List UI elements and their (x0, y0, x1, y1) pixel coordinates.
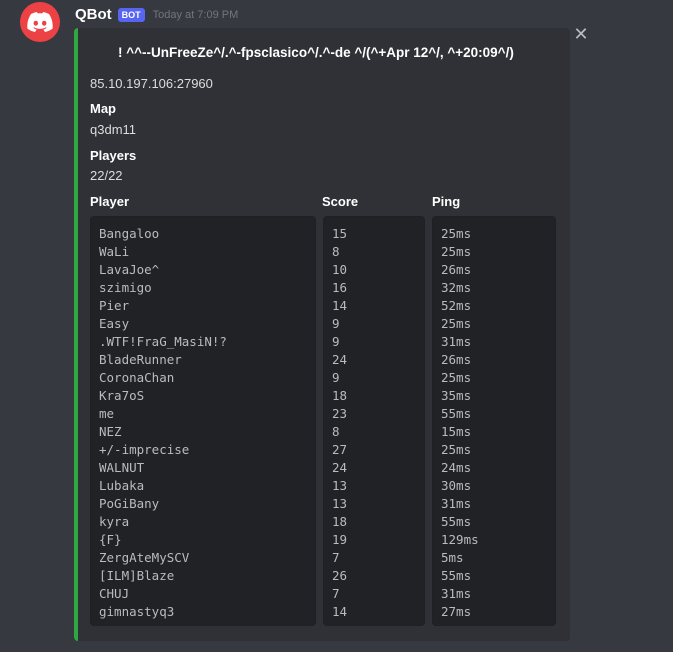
players-field-value: 22/22 (90, 168, 123, 183)
player-name: {F} (99, 532, 122, 547)
player-name: kyra (99, 514, 130, 529)
player-name: ZergAteMySCV (99, 550, 190, 565)
player-score: 27 (332, 442, 348, 457)
player-score: 16 (332, 280, 348, 295)
player-name: Pier (99, 298, 130, 313)
player-ping: 32ms (441, 280, 472, 295)
score-column-header: Score (322, 194, 359, 209)
ping-code-block: 25ms 25ms 26ms 32ms 52ms 25ms 31ms 26ms 25ms 35ms… (432, 216, 556, 626)
player-score: 14 (332, 298, 348, 313)
player-ping: 25ms (441, 442, 472, 457)
ping-column-header: Ping (432, 194, 461, 209)
player-score: 8 (332, 244, 340, 259)
player-score: 9 (332, 334, 340, 349)
player-ping: 55ms (441, 514, 472, 529)
player-score: 13 (332, 478, 348, 493)
player-score: 7 (332, 586, 340, 601)
map-field-value: q3dm11 (90, 122, 137, 137)
player-name: Easy (99, 316, 130, 331)
player-name: CHUJ (99, 586, 130, 601)
score-code-block: 15 8 10 16 14 9 9 24 9 18 23 8 27 24 13 13 18 19 7 26 7 14 (323, 216, 425, 626)
player-name: WaLi (99, 244, 130, 259)
player-ping: 35ms (441, 388, 472, 403)
player-name: CoronaChan (99, 370, 175, 385)
player-name: LavaJoe^ (99, 262, 160, 277)
player-name: NEZ (99, 424, 122, 439)
player-column-header: Player (90, 194, 130, 209)
player-ping: 26ms (441, 352, 472, 367)
bot-avatar[interactable] (20, 2, 60, 42)
player-score: 26 (332, 568, 348, 583)
player-ping: 26ms (441, 262, 472, 277)
player-ping: 31ms (441, 586, 472, 601)
player-name: Lubaka (99, 478, 145, 493)
timestamp: Today at 7:09 PM (152, 8, 239, 21)
player-score: 9 (332, 316, 340, 331)
player-ping: 15ms (441, 424, 472, 439)
server-address: 85.10.197.106:27960 (90, 76, 213, 91)
player-name: Bangaloo (99, 226, 160, 241)
close-icon[interactable]: ✕ (573, 25, 589, 43)
bot-badge: BOT (117, 7, 145, 22)
player-name: PoGiBany (99, 496, 160, 511)
discord-logo-icon (27, 12, 53, 32)
player-score: 13 (332, 496, 348, 511)
player-name: Kra7oS (99, 388, 145, 403)
player-name: .WTF!FraG_MasiN!? (99, 334, 227, 349)
server-embed: ! ^^--UnFreeZe^/.^-fpsclasico^/.^-de ^/(… (74, 28, 570, 641)
player-ping: 129ms (441, 532, 479, 547)
player-ping: 5ms (441, 550, 464, 565)
map-field-name: Map (90, 101, 116, 116)
player-score: 14 (332, 604, 348, 619)
username[interactable]: QBot (75, 6, 112, 23)
message-header: QBot BOT Today at 7:09 PM (75, 6, 238, 23)
player-name: szimigo (99, 280, 152, 295)
player-score: 8 (332, 424, 340, 439)
player-ping: 25ms (441, 370, 472, 385)
player-name: BladeRunner (99, 352, 182, 367)
player-ping: 52ms (441, 298, 472, 313)
player-ping: 27ms (441, 604, 472, 619)
player-name: gimnastyq3 (99, 604, 175, 619)
player-ping: 55ms (441, 406, 472, 421)
player-score: 15 (332, 226, 348, 241)
player-name: +/-imprecise (99, 442, 190, 457)
player-ping: 55ms (441, 568, 472, 583)
player-score: 19 (332, 532, 348, 547)
player-code-block: Bangaloo WaLi LavaJoe^ szimigo Pier Easy .WTF!… (90, 216, 316, 626)
player-ping: 25ms (441, 316, 472, 331)
player-ping: 24ms (441, 460, 472, 475)
player-ping: 31ms (441, 334, 472, 349)
player-score: 24 (332, 352, 348, 367)
player-ping: 30ms (441, 478, 472, 493)
player-score: 9 (332, 370, 340, 385)
players-field-name: Players (90, 148, 137, 163)
player-score: 23 (332, 406, 348, 421)
embed-title: ! ^^--UnFreeZe^/.^-fpsclasico^/.^-de ^/(… (118, 45, 514, 60)
player-score: 7 (332, 550, 340, 565)
player-ping: 25ms (441, 244, 472, 259)
player-score: 24 (332, 460, 348, 475)
player-name: [ILM]Blaze (99, 568, 175, 583)
player-name: me (99, 406, 115, 421)
player-score: 18 (332, 388, 348, 403)
player-ping: 25ms (441, 226, 472, 241)
player-score: 10 (332, 262, 348, 277)
player-name: WALNUT (99, 460, 145, 475)
player-ping: 31ms (441, 496, 472, 511)
player-score: 18 (332, 514, 348, 529)
